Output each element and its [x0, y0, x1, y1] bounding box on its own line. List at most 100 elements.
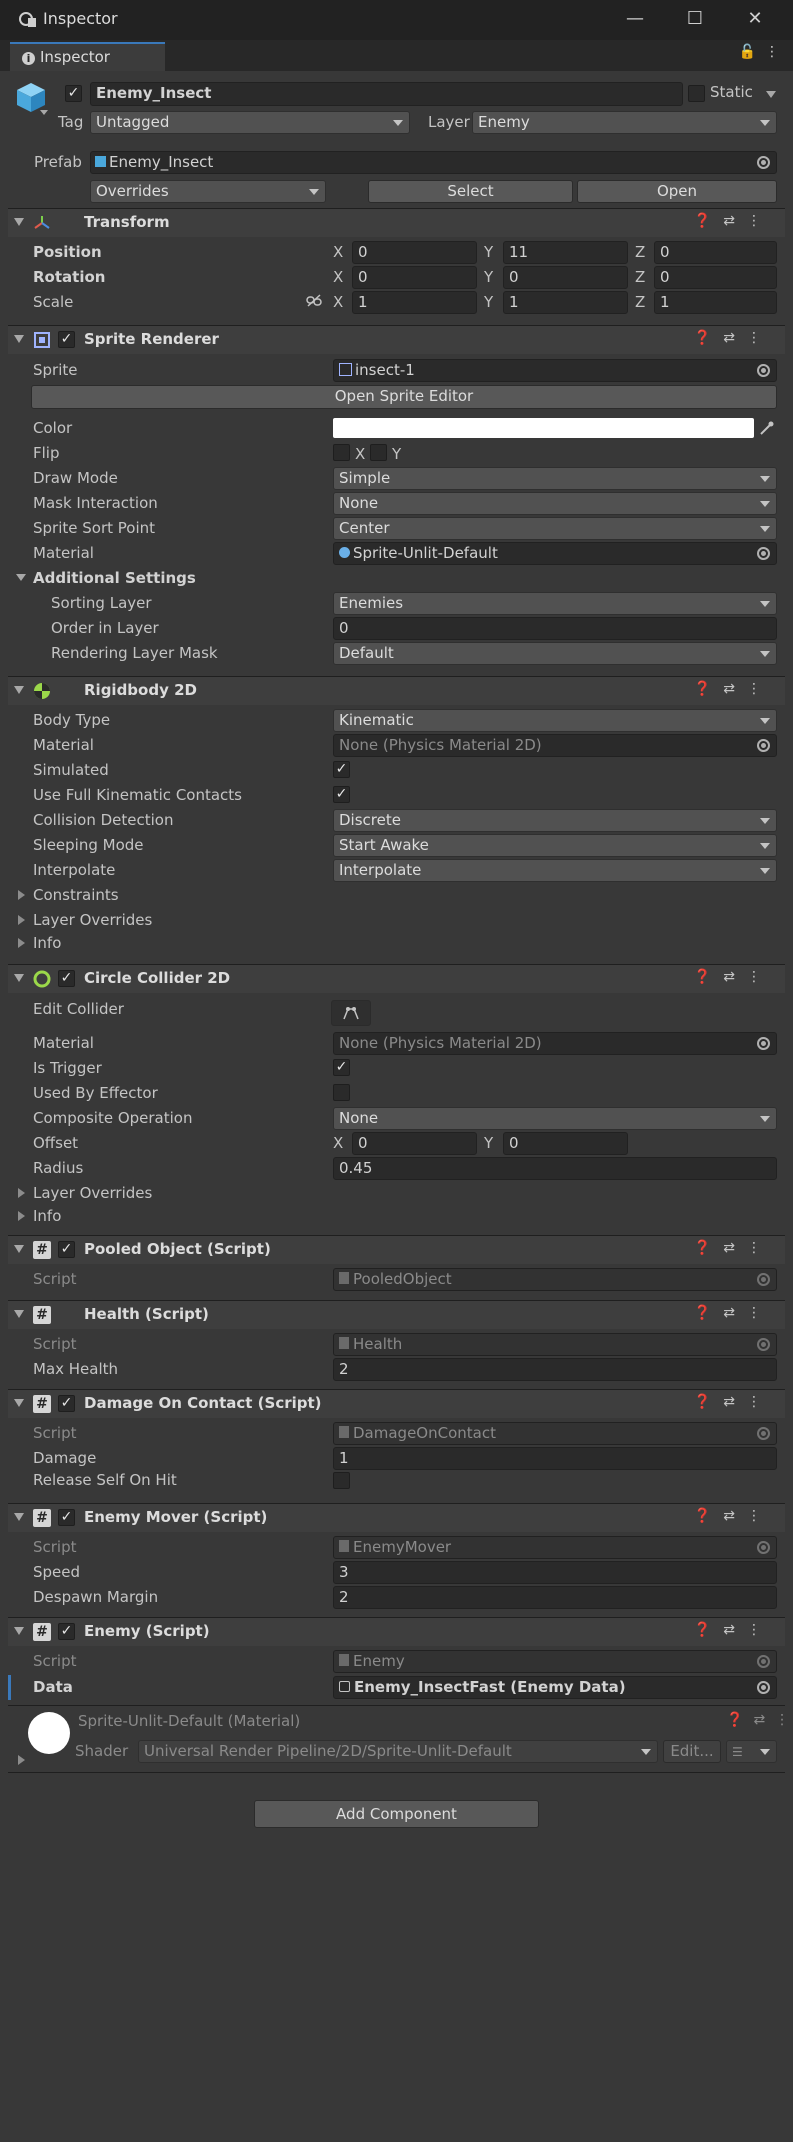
despawn-margin-field[interactable]: 2 — [333, 1586, 777, 1609]
transform-header[interactable]: Transform ❓⇄⋮ — [8, 208, 785, 237]
enabled-checkbox[interactable]: ✓ — [58, 1509, 75, 1526]
rotation-x-field[interactable]: 0 — [352, 266, 477, 289]
lock-icon[interactable]: 🔓 — [739, 44, 756, 60]
fold-arrow-icon[interactable] — [14, 335, 24, 343]
rendering-layer-mask-dropdown[interactable]: Default — [333, 642, 777, 665]
damage-header[interactable]: # ✓ Damage On Contact (Script) ❓⇄⋮ — [8, 1389, 785, 1418]
tag-dropdown[interactable]: Untagged — [90, 111, 410, 134]
enabled-checkbox[interactable]: ✓ — [58, 1241, 75, 1258]
rb-material-field[interactable]: None (Physics Material 2D) — [333, 734, 777, 757]
fold-arrow-icon[interactable] — [14, 1245, 24, 1253]
mask-interaction-dropdown[interactable]: None — [333, 492, 777, 515]
additional-settings-label[interactable]: Additional Settings — [33, 569, 196, 587]
draw-mode-dropdown[interactable]: Simple — [333, 467, 777, 490]
position-x-field[interactable]: 0 — [352, 241, 477, 264]
component-header-icons[interactable]: ❓⇄⋮ — [694, 681, 773, 697]
flip-y-checkbox[interactable] — [370, 444, 387, 461]
layer-overrides-fold-icon[interactable] — [18, 915, 25, 925]
overrides-dropdown[interactable]: Overrides — [90, 180, 326, 203]
damage-field[interactable]: 1 — [333, 1447, 777, 1470]
static-dropdown-arrow[interactable] — [766, 91, 776, 98]
close-button[interactable]: ✕ — [728, 4, 782, 34]
sprite-field[interactable]: insect-1 — [333, 359, 777, 382]
sorting-layer-dropdown[interactable]: Enemies — [333, 592, 777, 615]
edit-collider-button[interactable] — [331, 1000, 371, 1026]
cc-info-label[interactable]: Info — [33, 1207, 61, 1225]
object-name-field[interactable]: Enemy_Insect — [90, 82, 683, 106]
enabled-checkbox[interactable]: ✓ — [58, 1623, 75, 1640]
order-in-layer-field[interactable]: 0 — [333, 617, 777, 640]
enemy-data-field[interactable]: Enemy_InsectFast (Enemy Data) — [333, 1676, 777, 1699]
rotation-z-field[interactable]: 0 — [654, 266, 777, 289]
enemy-mover-header[interactable]: # ✓ Enemy Mover (Script) ❓⇄⋮ — [8, 1503, 785, 1532]
used-by-effector-checkbox[interactable] — [333, 1084, 350, 1101]
cc-info-fold-icon[interactable] — [18, 1211, 25, 1221]
info-fold-icon[interactable] — [18, 938, 25, 948]
shader-options-dropdown[interactable]: ☰ — [726, 1740, 777, 1763]
position-z-field[interactable]: 0 — [654, 241, 777, 264]
object-picker-icon[interactable] — [757, 156, 770, 169]
material-fold-icon[interactable] — [18, 1755, 25, 1765]
fold-arrow-icon[interactable] — [14, 1310, 24, 1318]
health-header[interactable]: # Health (Script) ❓⇄⋮ — [8, 1300, 785, 1329]
pos-x-axis[interactable]: X — [333, 243, 343, 261]
scale-y-field[interactable]: 1 — [503, 291, 628, 314]
full-kinematic-checkbox[interactable]: ✓ — [333, 786, 350, 803]
sprite-renderer-header[interactable]: ✓ Sprite Renderer ❓⇄⋮ — [8, 325, 785, 354]
radius-field[interactable]: 0.45 — [333, 1157, 777, 1180]
rot-z-axis[interactable]: Z — [635, 268, 645, 286]
layer-overrides-label[interactable]: Layer Overrides — [33, 911, 152, 929]
sleeping-mode-dropdown[interactable]: Start Awake — [333, 834, 777, 857]
position-y-field[interactable]: 11 — [503, 241, 628, 264]
object-picker-icon[interactable] — [757, 1037, 770, 1050]
enabled-checkbox[interactable]: ✓ — [58, 331, 75, 348]
component-header-icons[interactable]: ❓⇄⋮ — [694, 1394, 773, 1410]
simulated-checkbox[interactable]: ✓ — [333, 761, 350, 778]
material-field[interactable]: Sprite-Unlit-Default — [333, 542, 777, 565]
constraints-label[interactable]: Constraints — [33, 886, 119, 904]
shader-edit-button[interactable]: Edit... — [663, 1740, 721, 1763]
interpolate-dropdown[interactable]: Interpolate — [333, 859, 777, 882]
tab-menu-icon[interactable]: ⋮ — [765, 44, 779, 60]
select-button[interactable]: Select — [368, 180, 573, 203]
rot-y-axis[interactable]: Y — [484, 268, 493, 286]
cc-material-field[interactable]: None (Physics Material 2D) — [333, 1032, 777, 1055]
minimize-button[interactable]: — — [608, 4, 662, 34]
enabled-checkbox[interactable]: ✓ — [58, 970, 75, 987]
rot-x-axis[interactable]: X — [333, 268, 343, 286]
constraints-fold-icon[interactable] — [18, 890, 25, 900]
material-header-icons[interactable]: ❓⇄⋮ — [726, 1712, 793, 1728]
static-checkbox[interactable] — [688, 85, 705, 102]
component-header-icons[interactable]: ❓⇄⋮ — [694, 1508, 773, 1524]
speed-field[interactable]: 3 — [333, 1561, 777, 1584]
pos-z-axis[interactable]: Z — [635, 243, 645, 261]
open-button[interactable]: Open — [577, 180, 777, 203]
component-header-icons[interactable]: ❓⇄⋮ — [694, 1622, 773, 1638]
shader-dropdown[interactable]: Universal Render Pipeline/2D/Sprite-Unli… — [138, 1740, 658, 1763]
pos-y-axis[interactable]: Y — [484, 243, 493, 261]
component-header-icons[interactable]: ❓⇄⋮ — [694, 330, 773, 346]
add-component-button[interactable]: Add Component — [254, 1800, 539, 1828]
fold-arrow-icon[interactable] — [14, 686, 24, 694]
cc-layer-overrides-label[interactable]: Layer Overrides — [33, 1184, 152, 1202]
cc-layer-overrides-fold-icon[interactable] — [18, 1188, 25, 1198]
component-header-icons[interactable]: ❓⇄⋮ — [694, 213, 773, 229]
component-header-icons[interactable]: ❓⇄⋮ — [694, 969, 773, 985]
info-label[interactable]: Info — [33, 934, 61, 952]
pooled-object-header[interactable]: # ✓ Pooled Object (Script) ❓⇄⋮ — [8, 1235, 785, 1264]
component-header-icons[interactable]: ❓⇄⋮ — [694, 1305, 773, 1321]
circle-collider-header[interactable]: ✓ Circle Collider 2D ❓⇄⋮ — [8, 964, 785, 993]
prefab-field[interactable]: Enemy_Insect — [90, 151, 777, 174]
component-header-icons[interactable]: ❓⇄⋮ — [694, 1240, 773, 1256]
tab-inspector[interactable]: i Inspector — [10, 42, 165, 71]
fold-arrow-icon[interactable] — [14, 1399, 24, 1407]
object-picker-icon[interactable] — [757, 364, 770, 377]
body-type-dropdown[interactable]: Kinematic — [333, 709, 777, 732]
max-health-field[interactable]: 2 — [333, 1358, 777, 1381]
release-self-checkbox[interactable] — [333, 1472, 350, 1489]
enemy-script-header[interactable]: # ✓ Enemy (Script) ❓⇄⋮ — [8, 1617, 785, 1646]
offset-x-field[interactable]: 0 — [352, 1132, 477, 1155]
color-swatch[interactable] — [333, 418, 754, 438]
layer-dropdown[interactable]: Enemy — [472, 111, 777, 134]
open-sprite-editor-button[interactable]: Open Sprite Editor — [31, 385, 777, 409]
